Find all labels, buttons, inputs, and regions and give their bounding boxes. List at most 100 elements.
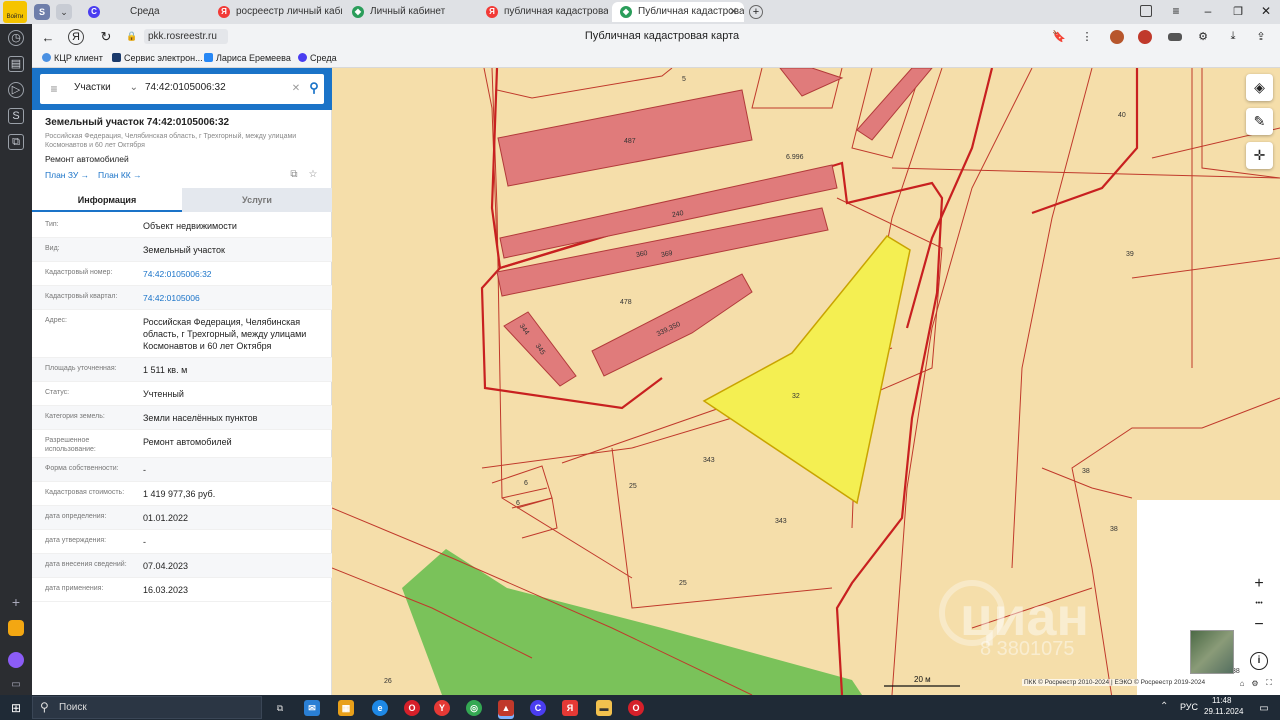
alice-icon[interactable] <box>8 652 24 668</box>
info-button[interactable]: i <box>1250 652 1268 670</box>
fullscreen-icon[interactable]: ⛶ <box>1264 678 1274 688</box>
new-tab-button[interactable]: + <box>749 5 763 19</box>
parcel-label[interactable]: 6 <box>516 500 520 507</box>
app-c-icon[interactable]: C <box>530 700 546 716</box>
tray-chevron-icon[interactable]: ⌃ <box>1160 701 1168 712</box>
close-window-icon[interactable]: ✕ <box>1258 3 1274 19</box>
store-icon[interactable]: ▦ <box>338 700 354 716</box>
minimize-icon[interactable]: – <box>1200 3 1216 19</box>
add-panel-icon[interactable]: + <box>8 594 24 610</box>
basemap-thumbnail[interactable] <box>1190 630 1234 674</box>
locate-button[interactable]: ✛ <box>1246 142 1273 169</box>
parcel-label[interactable]: 39 <box>1126 251 1134 258</box>
row-value[interactable]: 74:42:0105006:32 <box>143 268 328 280</box>
tab-cadastral-search[interactable]: Я публичная кадастровая <box>478 2 608 22</box>
clear-search-icon[interactable]: ✕ <box>290 82 302 94</box>
notifications-icon[interactable]: ▭ <box>1256 700 1272 716</box>
tab-personal-cabinet[interactable]: ◆ Личный кабинет <box>344 2 476 22</box>
panel-settings-icon[interactable]: ▭ <box>8 676 24 692</box>
video-icon[interactable]: ▷ <box>8 82 24 98</box>
taskbar-search[interactable]: ⚲ Поиск <box>32 696 262 719</box>
market-icon[interactable] <box>8 620 24 636</box>
history-icon[interactable]: ◷ <box>8 30 24 46</box>
copy-icon[interactable]: ⧉ <box>288 168 300 180</box>
parcel-label[interactable]: 5 <box>682 76 686 83</box>
menu-icon[interactable]: ≡ <box>1168 3 1184 19</box>
extension-1-icon[interactable] <box>1110 30 1124 44</box>
screenshot-icon[interactable]: ⧉ <box>8 134 24 150</box>
zoom-in-button[interactable]: + <box>1248 573 1270 595</box>
yandex-logo-icon[interactable]: Я <box>68 29 84 45</box>
edge-icon[interactable]: e <box>372 700 388 716</box>
parcel-label[interactable]: 38 <box>1082 468 1090 475</box>
parcel-label[interactable]: 26 <box>384 678 392 685</box>
back-icon[interactable]: ← <box>40 29 56 45</box>
layers-button[interactable]: ◈ <box>1246 74 1273 101</box>
extension-3-icon[interactable] <box>1168 33 1182 41</box>
yandex-browser-icon[interactable]: Y <box>434 700 450 716</box>
downloads-icon[interactable]: ⤓ <box>1226 29 1240 43</box>
close-tab-icon[interactable]: ✕ <box>729 2 738 22</box>
url-field[interactable]: pkk.rosreestr.ru <box>144 29 228 44</box>
parcel-label[interactable]: 6.996 <box>786 154 804 161</box>
row-value[interactable]: 74:42:0105006 <box>143 292 328 304</box>
maximize-icon[interactable]: ❐ <box>1230 3 1246 19</box>
map-canvas[interactable] <box>332 68 1280 695</box>
parcel-label[interactable]: 487 <box>624 138 636 145</box>
tab-manager-icon[interactable] <box>1140 5 1152 17</box>
tabs-dropdown-icon[interactable]: ⌄ <box>56 4 72 20</box>
plan-kk-link[interactable]: План КК → <box>98 170 142 180</box>
chrome-icon[interactable]: ◎ <box>466 700 482 716</box>
tab-sreda[interactable]: C Среда <box>80 2 210 22</box>
folder-icon[interactable]: ▬ <box>596 700 612 716</box>
clock-time[interactable]: 11:48 <box>1212 696 1231 705</box>
parcel-label[interactable]: 32 <box>792 393 800 400</box>
search-mode-select[interactable]: Участки ⌄ <box>74 82 138 93</box>
tab-rosreestr-search[interactable]: Я росреестр личный кабинет <box>210 2 342 22</box>
bookmark-sreda[interactable]: Среда <box>298 53 337 63</box>
parcel-label[interactable]: 343 <box>703 457 715 464</box>
hamburger-icon[interactable]: ≡ <box>46 81 62 97</box>
share-icon[interactable]: ⇪ <box>1254 29 1268 43</box>
star-icon[interactable]: ☆ <box>307 168 319 180</box>
search-icon[interactable]: ⚲ <box>306 80 322 96</box>
cadastral-map[interactable]: 5 487 6.996 240 360 369 478 344 345 339,350 32 343 6… <box>332 68 1280 695</box>
parcel-label[interactable]: 343 <box>775 518 787 525</box>
parcel-label[interactable]: 40 <box>1118 112 1126 119</box>
extension-2-icon[interactable] <box>1138 30 1152 44</box>
sreda-app-icon[interactable]: S <box>8 108 24 124</box>
more-button[interactable]: ••• <box>1248 596 1270 612</box>
reload-icon[interactable]: ↻ <box>98 29 114 45</box>
opera-gx-icon[interactable]: O <box>628 700 644 716</box>
more-icon[interactable]: ⋮ <box>1080 29 1094 43</box>
parcel-label[interactable]: 38 <box>1110 526 1118 533</box>
parcel-label[interactable]: 25 <box>629 483 637 490</box>
parcel-label[interactable]: 6 <box>524 480 528 487</box>
opera-icon[interactable]: O <box>404 700 420 716</box>
clock-date[interactable]: 29.11.2024 <box>1204 707 1243 716</box>
parcel-label[interactable]: 25 <box>679 580 687 587</box>
bookmark-service[interactable]: Сервис электрон... <box>112 53 203 63</box>
home-icon[interactable]: ⌂ <box>1237 678 1247 688</box>
zoom-out-button[interactable]: − <box>1248 614 1270 636</box>
settings-icon[interactable]: ⚙ <box>1250 678 1260 688</box>
search-input[interactable]: 74:42:0105006:32 <box>145 82 285 93</box>
tab-info[interactable]: Информация <box>32 188 182 212</box>
collections-icon[interactable]: ▤ <box>8 56 24 72</box>
active-app-icon[interactable]: ▲ <box>498 700 514 716</box>
bookmark-larisa[interactable]: Лариса Еремеева <box>204 53 291 63</box>
extensions-icon[interactable]: ⚙ <box>1196 29 1210 43</box>
yandex-app-icon[interactable]: Я <box>562 700 578 716</box>
bookmark-icon[interactable]: 🔖 <box>1052 29 1066 43</box>
parcel-label[interactable]: 478 <box>620 299 632 306</box>
tab-services[interactable]: Услуги <box>182 188 332 212</box>
lang-indicator[interactable]: РУС <box>1180 702 1198 712</box>
tabs-menu-button[interactable]: S <box>34 4 50 20</box>
mail-icon[interactable]: ✉ <box>304 700 320 716</box>
tab-cadastral-map[interactable]: ◆ Публичная кадастровая ✕ <box>612 2 744 22</box>
profile-button[interactable]: Войти <box>3 1 27 23</box>
task-view-icon[interactable]: ⧉ <box>272 700 288 716</box>
plan-zu-link[interactable]: План ЗУ → <box>45 170 89 180</box>
bookmark-kcr[interactable]: КЦР клиент <box>42 53 103 63</box>
start-icon[interactable]: ⊞ <box>8 700 24 716</box>
